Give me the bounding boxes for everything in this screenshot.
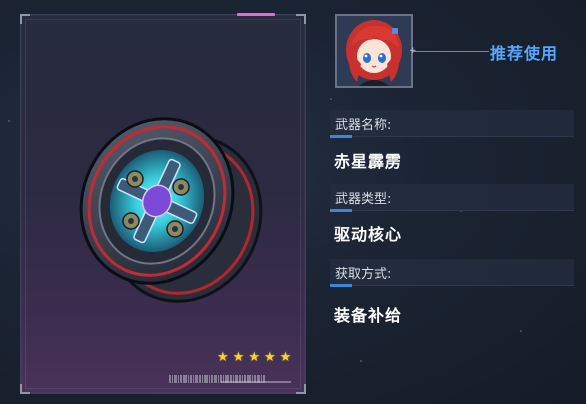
card-corner [20,384,30,394]
red-haired-character-portrait [337,16,411,86]
recommend-label: 推荐使用 [490,44,559,63]
background-star [520,330,522,332]
weapon-type-label: 武器类型: [335,192,392,207]
drive-core-weapon-image [79,117,263,303]
weapon-name-label-bar: 武器名称: [330,110,574,138]
weapon-type-value: 驱动核心 [334,225,403,244]
character-avatar[interactable] [335,14,413,88]
weapon-card[interactable]: ★ ★ ★ ★ ★ [20,13,306,394]
weapon-detail-screen: ★ ★ ★ ★ ★ + 推荐使用 武器名称: 赤星霹雳 武器类型: 驱动核心 获… [0,0,586,404]
background-star [8,120,10,122]
avatar-connector-line [413,51,489,52]
acquire-method-value: 装备补给 [334,306,403,325]
star-icon: ★ [263,350,276,365]
card-bottom-strip [221,381,291,383]
card-corner [296,384,306,394]
weapon-name-label: 武器名称: [335,118,392,133]
star-icon: ★ [279,350,292,365]
card-top-accent [237,13,275,16]
plus-icon: + [409,46,417,56]
label-accent [330,284,352,287]
rarity-stars: ★ ★ ★ ★ ★ [217,351,291,365]
label-underline [330,136,574,137]
background-star [360,360,362,362]
star-icon: ★ [217,350,229,365]
background-star [330,98,332,100]
label-accent [330,209,352,212]
label-accent [330,135,352,138]
label-underline [330,285,574,286]
acquire-method-label-bar: 获取方式: [330,259,574,287]
acquire-method-label: 获取方式: [335,267,392,282]
card-corner [296,14,306,24]
card-corner [20,14,30,24]
star-icon: ★ [232,350,245,365]
weapon-type-label-bar: 武器类型: [330,184,574,212]
label-underline [330,210,574,211]
weapon-name-value: 赤星霹雳 [334,152,403,171]
star-icon: ★ [248,350,260,365]
